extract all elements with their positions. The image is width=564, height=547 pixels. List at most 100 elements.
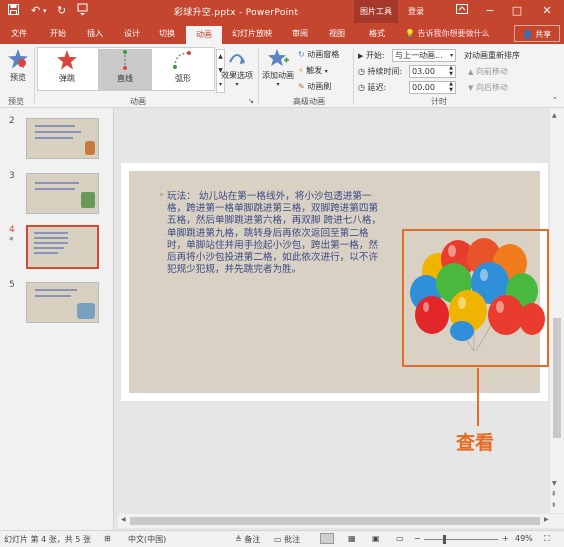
slide-thumbnail-5[interactable] [26,282,99,323]
scroll-left-icon[interactable]: ◀ [121,516,126,523]
add-animation-button[interactable]: 添加动画 ▾ [261,48,295,88]
language-indicator[interactable]: 中文(中国) [128,534,166,545]
lightbulb-icon: 💡 [405,29,415,38]
clock-icon: ◷ [358,67,365,76]
undo-icon[interactable]: ↶ [31,4,40,18]
animation-pane-icon: ↻ [298,50,305,59]
play-icon: ▶ [358,52,364,60]
share-button[interactable]: 👤 共享 [514,25,560,42]
customize-toolbar-icon[interactable] [77,2,89,20]
tab-review[interactable]: 审阅 [285,23,315,44]
zoom-in-button[interactable]: + [502,534,509,543]
zoom-slider-track[interactable] [424,539,498,540]
move-earlier-button[interactable]: ▲ 向前移动 [468,66,508,77]
tab-insert[interactable]: 插入 [80,23,110,44]
notes-button[interactable]: ≜ 备注 [235,534,260,545]
preview-button[interactable]: 预览 [4,48,32,83]
chevron-down-icon: ▾ [324,68,328,75]
clock-icon: ◷ [358,83,365,92]
tab-design[interactable]: 设计 [117,23,147,44]
picture-tools-context-tab: 图片工具 [354,0,398,23]
status-bar: 幻灯片 第 4 张，共 5 张 ⊞ 中文(中国) ≜ 备注 ▭ 批注 ▦ ▣ ▭… [0,530,564,547]
chevron-down-icon: ▾ [449,52,453,59]
trigger-label: 触发 [306,66,323,75]
tab-transitions[interactable]: 切换 [152,23,182,44]
animation-pane-button[interactable]: ↻ 动画窗格 [298,49,339,60]
slide-sorter-icon[interactable]: ▦ [348,534,356,543]
scroll-thumb[interactable] [553,318,561,438]
thumb-image [85,141,95,155]
comments-label: 批注 [284,535,301,544]
scroll-thumb[interactable] [130,517,540,525]
duration-value: 03.00 [412,67,435,76]
login-button[interactable]: 登录 [408,0,424,23]
duration-input[interactable]: 03.00 ▲ ▼ [409,65,456,78]
animation-dialog-launcher-icon[interactable]: ↘ [248,97,254,105]
animation-bounce-label: 弹跳 [59,74,75,83]
chevron-down-icon: ▾ [276,81,280,88]
tell-me-text: 告诉我你想要做什么 [417,29,490,38]
zoom-level[interactable]: 49% [515,534,533,543]
horizontal-scrollbar[interactable]: ◀ ▶ [118,514,564,528]
slide-body-text[interactable]: 玩法： 幼儿站在第一格线外，将小沙包透进第一格，跨进第一格单脚跳进第三格，双脚跨… [167,191,383,276]
tab-file[interactable]: 文件 [4,23,34,44]
animation-line[interactable]: 直线 [98,49,152,90]
start-select-value: 与上一动画... [395,51,443,60]
separator [353,48,354,104]
redo-icon[interactable]: ↻ [57,4,66,18]
animation-painter-button[interactable]: ✎ 动画刷 [298,81,331,92]
normal-view-icon[interactable] [320,533,334,544]
tab-animations[interactable]: 动画 [186,26,222,44]
zoom-out-button[interactable]: − [414,534,421,543]
slideshow-icon[interactable]: ▭ [396,534,404,543]
slide-counter: 幻灯片 第 4 张，共 5 张 [4,535,91,544]
minimize-button[interactable]: − [478,0,502,23]
previous-slide-icon[interactable]: ⇞ [551,490,557,498]
scroll-down-icon[interactable]: ▼ [552,480,557,487]
move-later-button[interactable]: ▼ 向后移动 [468,82,508,93]
comment-icon: ▭ [274,535,282,544]
thumbnail-number: 2 [9,116,15,126]
animation-gallery: 弹跳 直线 弧形 [37,47,215,91]
tab-format[interactable]: 格式 [360,23,394,44]
slide-thumbnail-2[interactable] [26,118,99,159]
maximize-button[interactable]: □ [505,0,529,23]
brush-icon: ✎ [298,82,305,91]
scroll-right-icon[interactable]: ▶ [544,516,549,523]
thumb-text-line [35,295,71,297]
thumb-image [81,192,95,208]
reading-view-icon[interactable]: ▣ [372,534,380,543]
animation-bounce[interactable]: 弹跳 [40,49,94,90]
save-icon[interactable] [8,4,19,19]
close-button[interactable]: ✕ [535,0,559,23]
thumbnail-panel: 2 3 4 * 5 [0,108,114,530]
start-select[interactable]: 与上一动画... ▾ [392,49,456,62]
reorder-title: 对动画重新排序 [464,51,520,60]
trigger-button[interactable]: ⚡ 触发 ▾ [298,65,328,76]
ribbon-display-options-icon[interactable] [450,0,474,23]
tab-slideshow[interactable]: 幻灯片放映 [226,23,278,44]
tell-me-box[interactable]: 💡 告诉我你想要做什么 [405,23,490,44]
effect-options-button[interactable]: 效果选项 ▾ [219,48,255,88]
tab-view[interactable]: 视图 [322,23,352,44]
tab-home[interactable]: 开始 [43,23,73,44]
vertical-scrollbar[interactable]: ▲ ▼ ⇞ ⇟ [550,108,564,513]
next-slide-icon[interactable]: ⇟ [551,501,557,509]
collapse-ribbon-icon[interactable]: ⌃ [552,96,558,104]
fit-slide-icon[interactable]: ⛶ [544,534,550,544]
thumb-text-line [34,252,58,254]
thumb-text-line [34,237,68,239]
slide-thumbnail-4[interactable] [26,225,99,269]
scroll-up-icon[interactable]: ▲ [552,112,557,119]
slide-thumbnail-3[interactable] [26,173,99,214]
spellcheck-icon[interactable]: ⊞ [104,534,111,543]
callout-label: 查看 [456,432,495,454]
animation-painter-label: 动画刷 [307,82,332,91]
zoom-slider-thumb[interactable] [443,535,446,544]
delay-input[interactable]: 00.00 ▲ ▼ [409,81,456,94]
comments-button[interactable]: ▭ 批注 [274,534,300,545]
spinner-icon: ▲ ▼ [449,81,453,93]
bullet-icon: ◦ [159,191,165,201]
undo-dropdown-icon[interactable]: ▾ [43,4,47,18]
animation-arc[interactable]: 弧形 [156,49,210,90]
